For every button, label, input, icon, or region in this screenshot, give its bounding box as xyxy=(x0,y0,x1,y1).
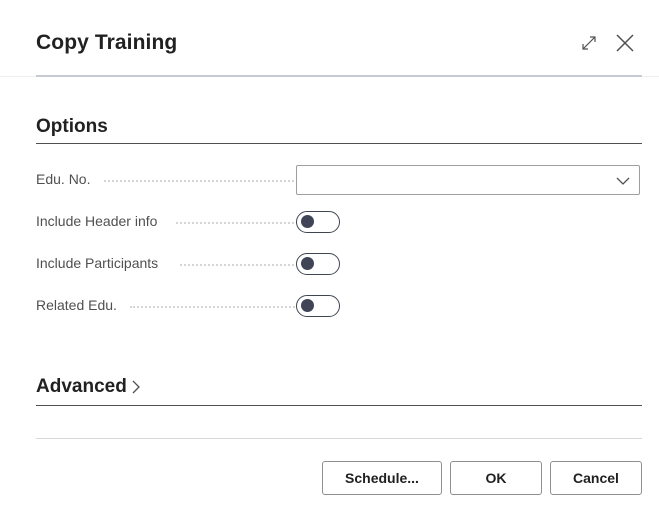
dialog-header-actions xyxy=(575,28,639,58)
ok-button[interactable]: OK xyxy=(450,461,542,495)
toggle-knob xyxy=(301,257,314,270)
edu-no-label: Edu. No. xyxy=(36,171,91,187)
toggle-knob xyxy=(301,299,314,312)
include-header-info-toggle[interactable] xyxy=(296,211,340,233)
dialog-header: Copy Training xyxy=(36,28,639,62)
advanced-section-title-row: Advanced xyxy=(36,376,642,398)
options-section-header[interactable]: Options xyxy=(36,116,642,144)
advanced-section-title: Advanced xyxy=(36,376,127,397)
options-section-title: Options xyxy=(36,116,108,137)
copy-training-dialog: Copy Training Options Edu. No. Include H… xyxy=(0,0,659,513)
expand-icon[interactable] xyxy=(575,28,603,58)
include-header-info-label: Include Header info xyxy=(36,213,158,229)
related-edu-label: Related Edu. xyxy=(36,297,117,313)
include-participants-field: Include Participants xyxy=(36,249,642,279)
close-icon[interactable] xyxy=(611,28,639,58)
edu-no-field: Edu. No. xyxy=(36,165,642,195)
related-edu-field: Related Edu. xyxy=(36,291,642,321)
include-participants-label: Include Participants xyxy=(36,255,159,271)
include-participants-toggle[interactable] xyxy=(296,253,340,275)
include-header-info-field: Include Header info xyxy=(36,207,642,237)
edu-no-select[interactable] xyxy=(296,165,640,195)
schedule-button[interactable]: Schedule... xyxy=(322,461,442,495)
dialog-title: Copy Training xyxy=(36,31,178,54)
field-leader-dots xyxy=(104,180,322,182)
footer-divider xyxy=(36,438,642,439)
options-section-divider xyxy=(36,143,642,144)
header-divider xyxy=(36,75,642,77)
related-edu-toggle[interactable] xyxy=(296,295,340,317)
advanced-section-divider xyxy=(36,405,642,406)
chevron-down-icon xyxy=(616,177,630,185)
toggle-knob xyxy=(301,215,314,228)
cancel-button[interactable]: Cancel xyxy=(550,461,642,495)
chevron-right-icon xyxy=(132,380,140,394)
field-leader-dots xyxy=(130,306,322,308)
advanced-section-header[interactable]: Advanced xyxy=(36,376,642,406)
